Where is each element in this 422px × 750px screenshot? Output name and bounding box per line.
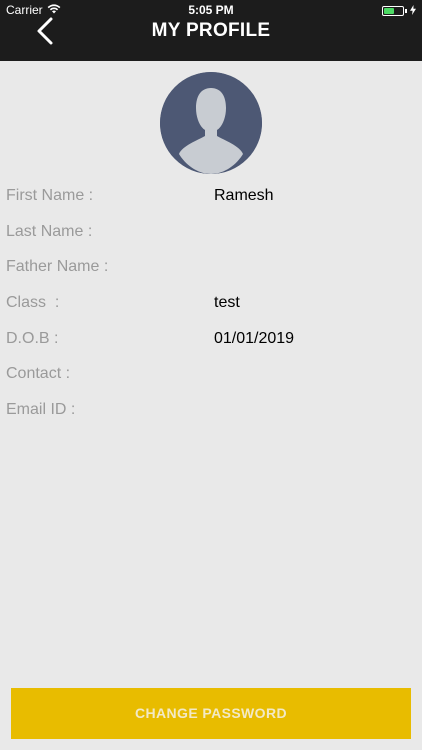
status-bar: Carrier 5:05 PM	[0, 0, 422, 20]
status-time: 5:05 PM	[188, 3, 234, 17]
top-bar: Carrier 5:05 PM MY PROFILE	[0, 0, 422, 61]
class-value: test	[214, 294, 240, 312]
battery-indicator	[382, 4, 416, 18]
field-row-last-name: Last Name :	[0, 215, 422, 251]
field-row-first-name: First Name : Ramesh	[0, 179, 422, 215]
field-row-class: Class : test	[0, 286, 422, 322]
profile-details: First Name : Ramesh Last Name : Father N…	[0, 179, 422, 429]
field-row-father-name: Father Name :	[0, 250, 422, 286]
first-name-label: First Name :	[6, 187, 94, 204]
field-row-email: Email ID :	[0, 393, 422, 429]
dob-value: 01/01/2019	[214, 329, 295, 347]
page-title: MY PROFILE	[151, 20, 271, 41]
charging-bolt-icon	[410, 4, 416, 18]
change-password-button[interactable]: CHANGE PASSWORD	[11, 688, 411, 739]
battery-icon	[382, 6, 404, 16]
field-row-contact: Contact :	[0, 357, 422, 393]
first-name-value: Ramesh	[214, 187, 274, 204]
father-name-label: Father Name :	[6, 258, 109, 276]
email-id-label: Email ID :	[6, 401, 76, 419]
contact-label: Contact :	[6, 365, 71, 383]
field-row-dob: D.O.B : 01/01/2019	[0, 322, 422, 358]
last-name-label: Last Name :	[6, 222, 93, 240]
avatar	[160, 72, 262, 174]
dob-label: D.O.B :	[6, 329, 59, 347]
class-label: Class :	[6, 294, 60, 312]
user-silhouette-icon	[160, 72, 262, 174]
